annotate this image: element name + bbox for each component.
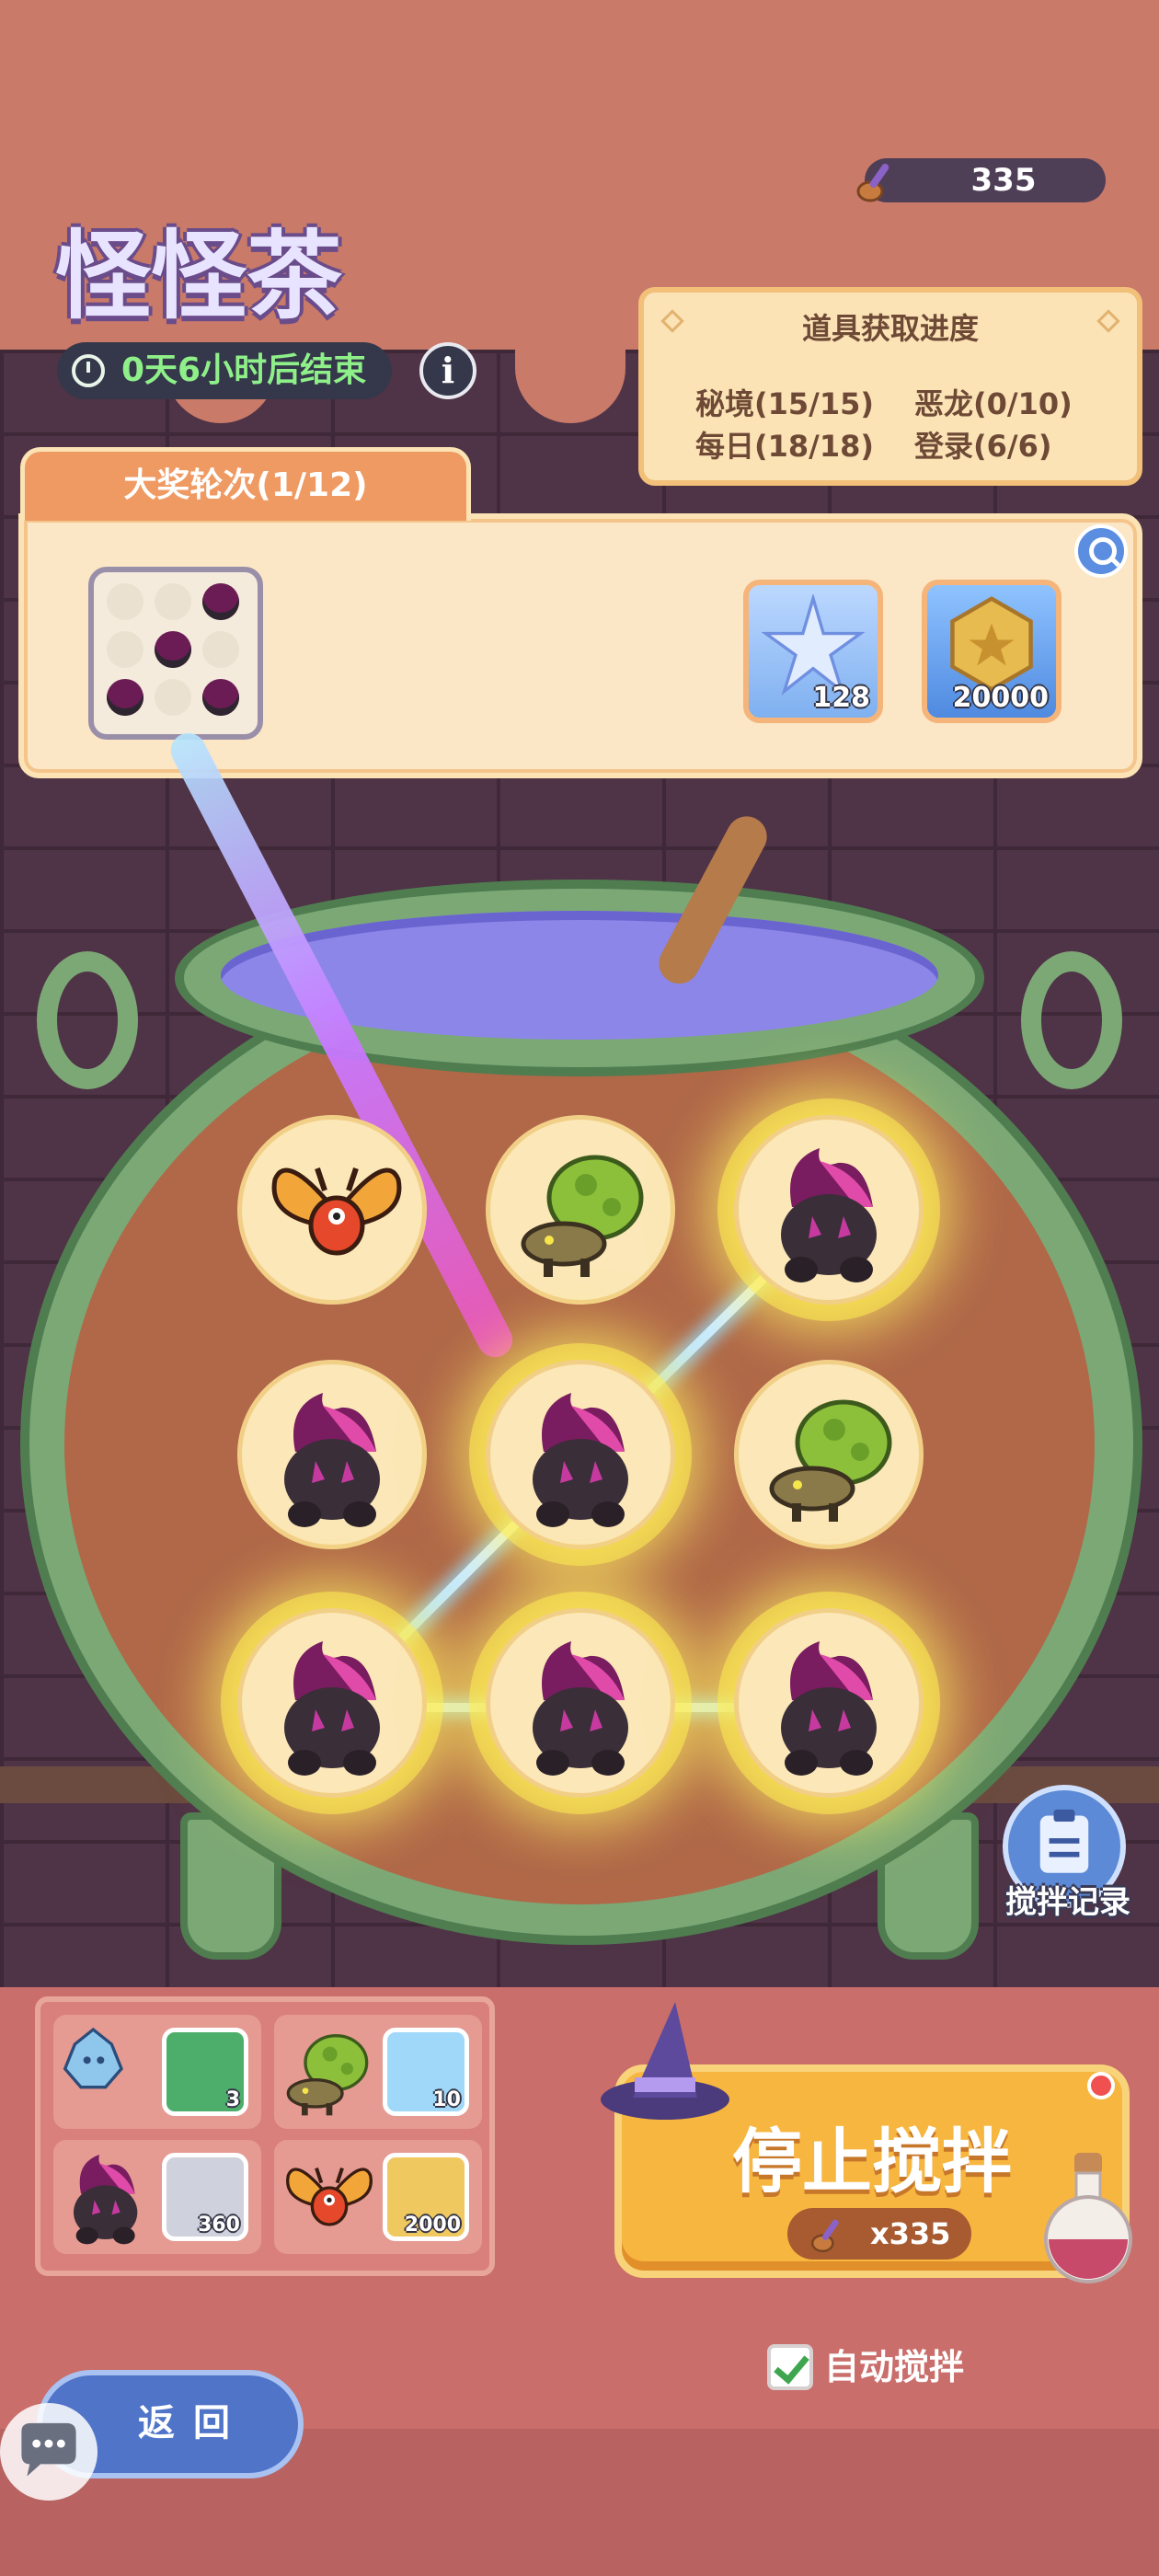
jackpot-pattern-card[interactable]: [88, 567, 263, 740]
pot-handle: [1021, 951, 1122, 1089]
progress-item-secret-realm: 秘境(15/15): [695, 386, 875, 421]
auto-stir-label: 自动搅拌: [824, 2347, 965, 2387]
info-icon[interactable]: i: [419, 342, 476, 399]
cauldron-cell[interactable]: [486, 1608, 675, 1798]
timer-text: 0天6小时后结束: [121, 351, 367, 389]
stir-cost-value: x335: [870, 2216, 951, 2251]
ice-golem-monster-icon: [63, 2027, 123, 2089]
chat-bubble-icon[interactable]: [0, 2403, 98, 2501]
pot-handle: [37, 951, 138, 1089]
event-title: 怪怪茶: [55, 220, 343, 332]
jackpot-round-tab: 大奖轮次(1/12): [20, 447, 471, 521]
spoon-icon: [810, 2219, 839, 2253]
pattern-dot-active: [202, 583, 239, 620]
butterfly-monster-icon: [286, 2168, 373, 2226]
green-bug-monster-icon: [286, 2034, 369, 2116]
pattern-dot: [155, 583, 191, 620]
dark-flame-monster-icon: [74, 2155, 138, 2245]
exchange-slot[interactable]: 2000: [274, 2140, 482, 2254]
progress-item-dragon: 恶龙(0/10): [914, 386, 1073, 421]
dark-flame-monster-icon: [284, 1641, 380, 1776]
dark-flame-monster-icon: [533, 1393, 628, 1527]
clock-icon: [72, 354, 105, 387]
pattern-dot: [107, 583, 143, 620]
pattern-dot-active: [107, 679, 143, 716]
cauldron-cell[interactable]: [237, 1115, 427, 1305]
green-bug-monster-icon: [521, 1155, 644, 1277]
exchange-slot[interactable]: 360: [53, 2140, 261, 2254]
exchange-item-count: 10: [432, 2088, 461, 2111]
pattern-dot: [107, 631, 143, 668]
cauldron-cell[interactable]: [734, 1608, 924, 1798]
green-bug-monster-icon: [769, 1399, 892, 1522]
auto-stir-checkbox[interactable]: [767, 2344, 813, 2390]
wizard-hat-icon: [601, 2002, 729, 2120]
dark-flame-monster-icon: [781, 1641, 877, 1776]
dark-flame-monster-icon: [781, 1148, 877, 1282]
reward-count: 128: [812, 682, 870, 714]
cauldron-cell[interactable]: [486, 1115, 675, 1305]
exchange-slot[interactable]: 3: [53, 2015, 261, 2129]
blue-crystal-icon: 10: [383, 2028, 469, 2116]
progress-item-daily: 每日(18/18): [695, 429, 875, 464]
pattern-dot-active: [155, 631, 191, 668]
item-progress-panel: 道具获取进度 秘境(15/15) 恶龙(0/10) 每日(18/18) 登录(6…: [638, 287, 1142, 486]
cauldron-cell[interactable]: [734, 1115, 924, 1305]
pattern-dot: [155, 679, 191, 716]
notification-dot: [1087, 2072, 1115, 2099]
reward-count: 20000: [952, 682, 1049, 714]
speech-bubble-icon: [21, 2422, 76, 2477]
cauldron-cell[interactable]: [734, 1360, 924, 1549]
spoon-icon: [856, 163, 889, 202]
search-icon[interactable]: [1074, 524, 1128, 578]
exchange-item-count: 3: [225, 2088, 240, 2111]
progress-item-login: 登录(6/6): [914, 429, 1052, 464]
exchange-slot[interactable]: 10: [274, 2015, 482, 2129]
exchange-item-count: 2000: [404, 2214, 461, 2237]
jackpot-reward[interactable]: 20000: [922, 580, 1061, 723]
pattern-dot: [202, 631, 239, 668]
event-timer: 0天6小时后结束: [57, 342, 393, 399]
exchange-item-count: 360: [198, 2214, 240, 2237]
silver-ingot-icon: 360: [162, 2153, 248, 2241]
jackpot-reward[interactable]: 128: [743, 580, 883, 723]
cauldron-cell[interactable]: [486, 1360, 675, 1549]
dark-flame-monster-icon: [284, 1393, 380, 1527]
exchange-board: 3 10 360 2000: [35, 1996, 495, 2276]
cauldron-cell[interactable]: [237, 1360, 427, 1549]
potion-icon: [1044, 2153, 1132, 2283]
stir-log-label: 搅拌记录: [1005, 1884, 1130, 1921]
dark-flame-monster-icon: [533, 1641, 628, 1776]
progress-title: 道具获取进度: [801, 311, 979, 346]
clipboard-icon: [1039, 1809, 1089, 1873]
stir-cost: x335: [787, 2208, 971, 2260]
gold-coin-icon: [950, 596, 1033, 692]
pattern-dot-active: [202, 679, 239, 716]
gold-coin-icon: 2000: [383, 2153, 469, 2241]
cauldron-cell[interactable]: [237, 1608, 427, 1798]
green-token-icon: 3: [162, 2028, 248, 2116]
butterfly-monster-icon: [271, 1167, 402, 1256]
